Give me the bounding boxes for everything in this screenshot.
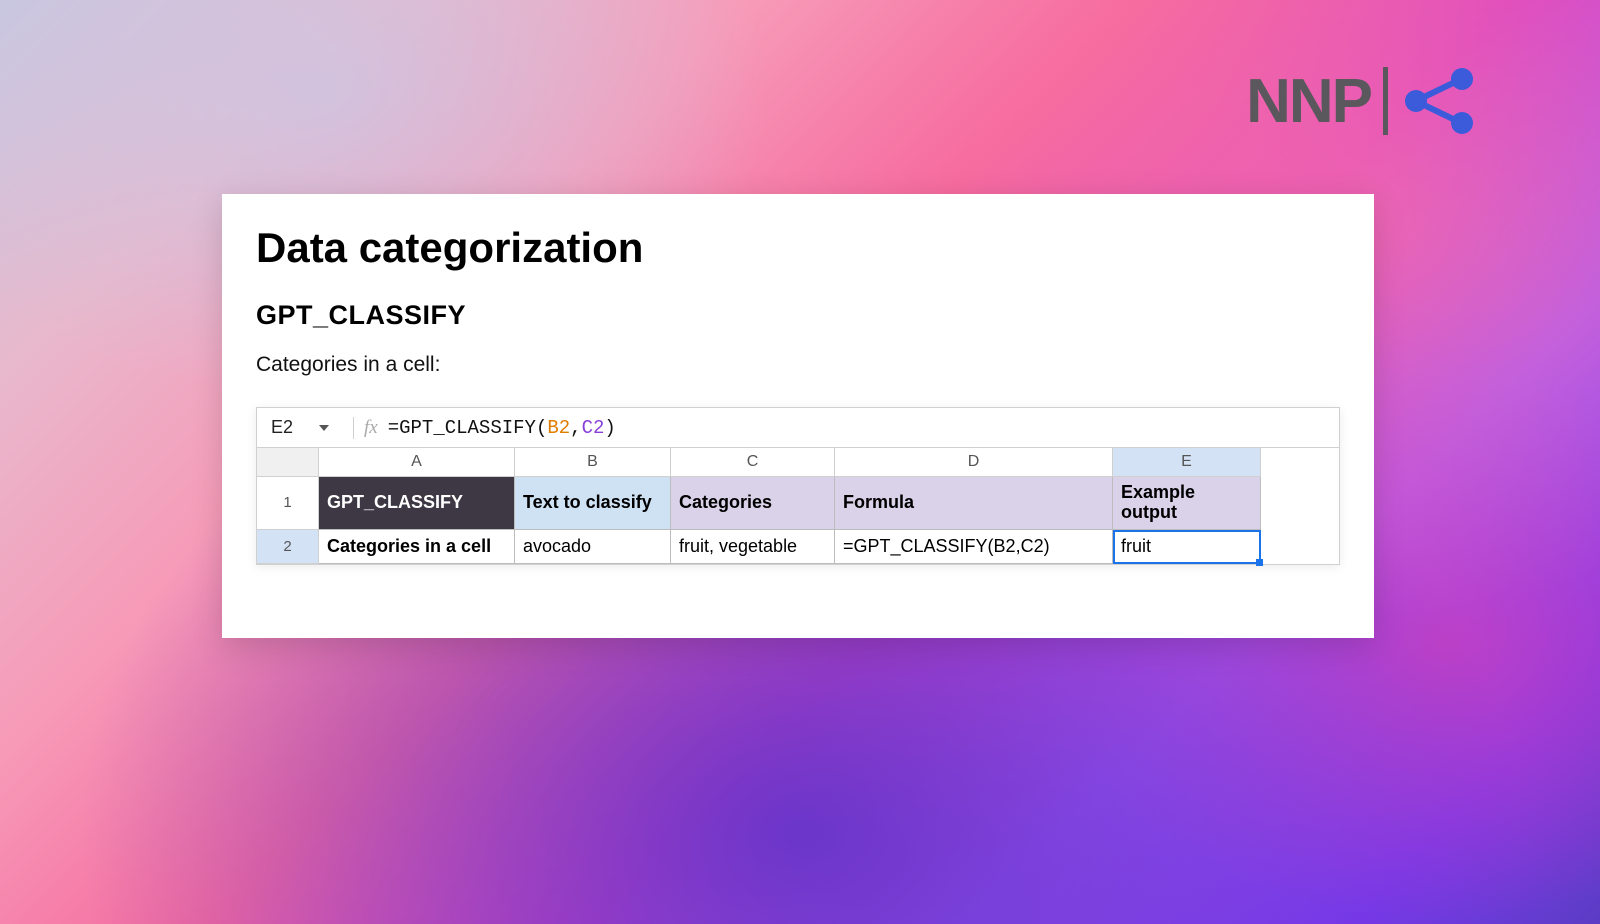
share-icon: [1400, 65, 1480, 137]
cell-c2[interactable]: fruit, vegetable: [671, 530, 835, 564]
row-header-1[interactable]: 1: [257, 477, 319, 530]
cell-c1[interactable]: Categories: [671, 477, 835, 530]
section-description: Categories in a cell:: [256, 353, 1340, 377]
cell-e1[interactable]: Example output: [1113, 477, 1261, 530]
section-heading: GPT_CLASSIFY: [256, 300, 1340, 331]
row-header-2[interactable]: 2: [257, 530, 319, 564]
logo-text: NNP: [1246, 66, 1371, 137]
formula-input[interactable]: =GPT_CLASSIFY(B2,C2): [388, 417, 616, 439]
column-header-b[interactable]: B: [515, 448, 671, 477]
brand-logo: NNP: [1246, 65, 1480, 137]
column-header-c[interactable]: C: [671, 448, 835, 477]
cell-e2[interactable]: fruit: [1113, 530, 1261, 564]
spreadsheet-grid: A B C D E 1 GPT_CLASSIFY Text to classif…: [257, 448, 1339, 564]
formula-bar: E2 fx =GPT_CLASSIFY(B2,C2): [257, 408, 1339, 448]
logo-divider: [1383, 67, 1388, 135]
divider: [353, 417, 354, 439]
cell-a1[interactable]: GPT_CLASSIFY: [319, 477, 515, 530]
column-header-a[interactable]: A: [319, 448, 515, 477]
cell-b1[interactable]: Text to classify: [515, 477, 671, 530]
name-box-value: E2: [271, 417, 293, 438]
chevron-down-icon[interactable]: [319, 425, 329, 431]
content-card: Data categorization GPT_CLASSIFY Categor…: [222, 194, 1374, 638]
cell-d2[interactable]: =GPT_CLASSIFY(B2,C2): [835, 530, 1113, 564]
cell-d1[interactable]: Formula: [835, 477, 1113, 530]
column-header-d[interactable]: D: [835, 448, 1113, 477]
page-title: Data categorization: [256, 224, 1340, 272]
cell-a2[interactable]: Categories in a cell: [319, 530, 515, 564]
name-box[interactable]: E2: [257, 417, 343, 438]
fx-icon[interactable]: fx: [364, 417, 378, 439]
cell-b2[interactable]: avocado: [515, 530, 671, 564]
select-all-corner[interactable]: [257, 448, 319, 477]
column-header-e[interactable]: E: [1113, 448, 1261, 477]
spreadsheet: E2 fx =GPT_CLASSIFY(B2,C2) A B C D E 1 G…: [256, 407, 1340, 565]
